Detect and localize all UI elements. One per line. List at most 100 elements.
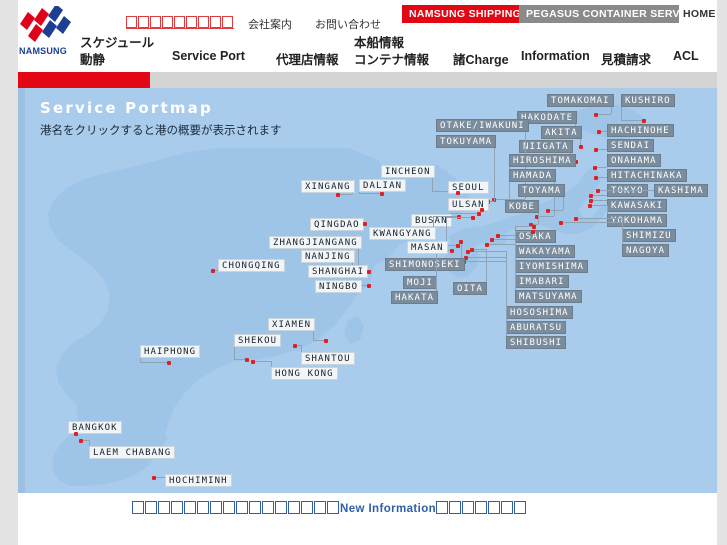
port-label-shimonoseki[interactable]: SHIMONOSEKI — [385, 258, 465, 271]
port-label-hochiminh[interactable]: HOCHIMINH — [165, 474, 232, 487]
port-label-oita[interactable]: OITA — [453, 282, 488, 295]
port-label-wakayama[interactable]: WAKAYAMA — [515, 245, 576, 258]
port-marker-shantou[interactable] — [293, 344, 297, 348]
port-marker-shekou[interactable] — [245, 358, 249, 362]
tab-pegasus-container-service[interactable]: PEGASUS CONTAINER SERVICE — [519, 5, 706, 23]
port-label-moji[interactable]: MOJI — [403, 276, 438, 289]
port-marker-wakayama[interactable] — [531, 230, 535, 234]
port-label-imabari[interactable]: IMABARI — [515, 275, 569, 288]
port-label-shantou[interactable]: SHANTOU — [301, 352, 355, 365]
port-label-shibushi[interactable]: SHIBUSHI — [506, 336, 567, 349]
port-label-sendai[interactable]: SENDAI — [607, 139, 655, 152]
port-label-zhangjiangang[interactable]: ZHANGJIANGANG — [269, 236, 362, 249]
port-marker-haiphong[interactable] — [167, 361, 171, 365]
port-marker-bangkok[interactable] — [74, 432, 78, 436]
port-marker-imabari[interactable] — [490, 238, 494, 242]
port-label-qingdao[interactable]: QINGDAO — [310, 218, 364, 231]
port-label-hamada[interactable]: HAMADA — [509, 169, 557, 182]
port-label-tokuyama[interactable]: TOKUYAMA — [436, 135, 497, 148]
port-marker-yokohama[interactable] — [588, 204, 592, 208]
port-marker-matsuyama[interactable] — [485, 243, 489, 247]
port-label-ningbo[interactable]: NINGBO — [315, 280, 363, 293]
port-marker-tomakomai[interactable] — [594, 113, 598, 117]
port-marker-nagoya[interactable] — [559, 221, 563, 225]
port-label-laem-chabang[interactable]: LAEM CHABANG — [89, 446, 176, 459]
port-label-hachinohe[interactable]: HACHINOHE — [607, 124, 674, 137]
port-label-xiamen[interactable]: XIAMEN — [268, 318, 316, 331]
nav-schedule-line2[interactable]: 動静 — [80, 49, 105, 68]
port-label-kawasaki[interactable]: KAWASAKI — [607, 199, 668, 212]
port-label-hakata[interactable]: HAKATA — [391, 291, 439, 304]
nav-container-info[interactable]: コンテナ情報 — [354, 49, 429, 68]
port-marker-tokyo[interactable] — [589, 194, 593, 198]
port-label-hong-kong[interactable]: HONG KONG — [271, 367, 338, 380]
nav-charge[interactable]: 諸Charge — [453, 49, 509, 68]
port-marker-oita[interactable] — [470, 248, 474, 252]
nav-service-port[interactable]: Service Port — [172, 49, 245, 63]
port-label-iyomishima[interactable]: IYOMISHIMA — [515, 260, 589, 273]
port-label-toyama[interactable]: TOYAMA — [518, 184, 566, 197]
port-marker-dalian[interactable] — [380, 192, 384, 196]
port-marker-hachinohe[interactable] — [597, 130, 601, 134]
port-label-masan[interactable]: MASAN — [407, 241, 448, 254]
port-marker-qingdao[interactable] — [363, 222, 367, 226]
port-label-onahama[interactable]: ONAHAMA — [607, 154, 661, 167]
port-label-shekou[interactable]: SHEKOU — [234, 334, 282, 347]
port-label-otake-iwakuni[interactable]: OTAKE/IWAKUNI — [436, 119, 529, 132]
port-marker-hochiminh[interactable] — [152, 476, 156, 480]
port-marker-osaka[interactable] — [532, 225, 536, 229]
port-marker-toyama[interactable] — [546, 209, 550, 213]
port-marker-shanghai[interactable] — [367, 270, 371, 274]
port-label-hososhima[interactable]: HOSOSHIMA — [506, 306, 573, 319]
port-label-aburatsu[interactable]: ABURATSU — [506, 321, 567, 334]
port-marker-onahama[interactable] — [593, 166, 597, 170]
port-marker-hitachinaka[interactable] — [594, 176, 598, 180]
port-label-tomakomai[interactable]: TOMAKOMAI — [547, 94, 614, 107]
port-marker-chongqing[interactable] — [211, 269, 215, 273]
port-label-kwangyang[interactable]: KWANGYANG — [369, 227, 436, 240]
port-label-shimizu[interactable]: SHIMIZU — [622, 229, 676, 242]
port-marker-kushiro[interactable] — [642, 119, 646, 123]
port-label-kashima[interactable]: KASHIMA — [654, 184, 708, 197]
port-label-seoul[interactable]: SEOUL — [448, 181, 489, 194]
tab-namsung-shipping[interactable]: NAMSUNG SHIPPING — [402, 5, 529, 23]
nav-acl[interactable]: ACL — [673, 49, 699, 63]
port-marker-kashima[interactable] — [596, 189, 600, 193]
port-marker-kawasaki[interactable] — [589, 199, 593, 203]
nav-quote-request[interactable]: 見積請求 — [601, 49, 651, 68]
port-marker-ningbo[interactable] — [367, 284, 371, 288]
port-marker-akita[interactable] — [579, 145, 583, 149]
port-marker-xingang[interactable] — [336, 193, 340, 197]
port-label-haiphong[interactable]: HAIPHONG — [140, 345, 201, 358]
port-label-shanghai[interactable]: SHANGHAI — [308, 265, 369, 278]
port-label-niigata[interactable]: NIIGATA — [519, 140, 573, 153]
port-label-xingang[interactable]: XINGANG — [301, 180, 355, 193]
port-marker-shimizu[interactable] — [574, 217, 578, 221]
port-marker-seoul[interactable] — [456, 191, 460, 195]
port-label-kushiro[interactable]: KUSHIRO — [621, 94, 675, 107]
port-label-hiroshima[interactable]: HIROSHIMA — [509, 154, 576, 167]
port-label-nagoya[interactable]: NAGOYA — [622, 244, 670, 257]
port-label-incheon[interactable]: INCHEON — [381, 165, 435, 178]
port-marker-busan[interactable] — [477, 212, 481, 216]
port-label-yokohama[interactable]: YOKOHAMA — [607, 214, 668, 227]
service-portmap[interactable]: Service Portmap 港名をクリックすると港の概要が表示されます TO… — [18, 88, 717, 493]
port-marker-iyomishima[interactable] — [496, 234, 500, 238]
port-label-akita[interactable]: AKITA — [541, 126, 582, 139]
port-marker-xiamen[interactable] — [324, 339, 328, 343]
nav-information[interactable]: Information — [521, 49, 590, 63]
port-label-kobe[interactable]: KOBE — [505, 200, 540, 213]
port-label-dalian[interactable]: DALIAN — [359, 179, 407, 192]
new-information-link[interactable]: New Information — [132, 501, 527, 517]
port-marker-moji[interactable] — [456, 244, 460, 248]
port-marker-hakata[interactable] — [450, 249, 454, 253]
port-marker-laem-chabang[interactable] — [79, 439, 83, 443]
port-label-chongqing[interactable]: CHONGQING — [218, 259, 285, 272]
port-marker-sendai[interactable] — [594, 148, 598, 152]
port-label-matsuyama[interactable]: MATSUYAMA — [515, 290, 582, 303]
nav-agency-info[interactable]: 代理店情報 — [276, 49, 339, 68]
port-marker-hong-kong[interactable] — [251, 360, 255, 364]
port-label-nanjing[interactable]: NANJING — [301, 250, 355, 263]
tab-home[interactable]: HOME — [679, 5, 720, 23]
port-label-hitachinaka[interactable]: HITACHINAKA — [607, 169, 687, 182]
